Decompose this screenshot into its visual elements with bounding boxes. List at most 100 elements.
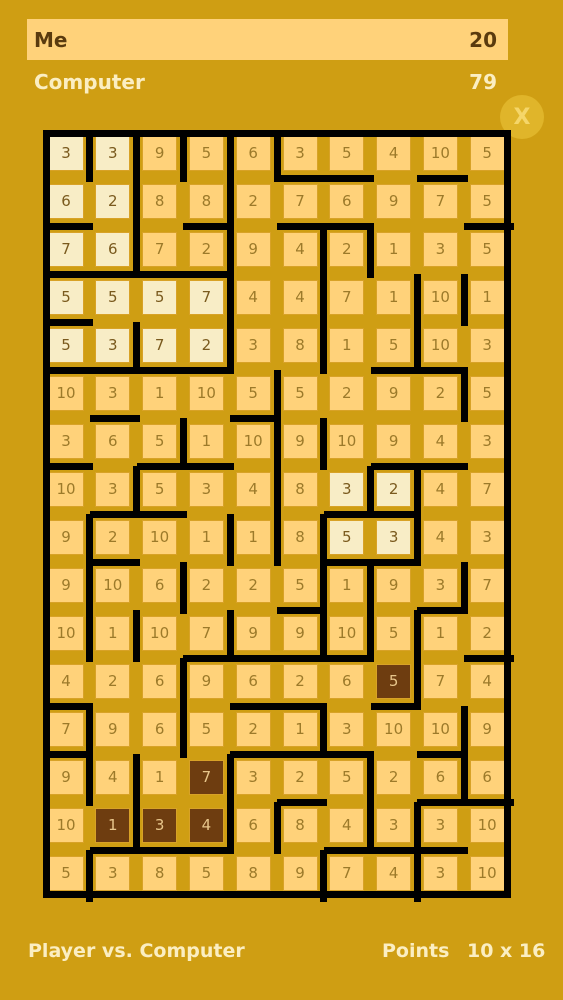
board-cell[interactable]: 2: [95, 519, 131, 555]
board-cell[interactable]: 5: [235, 375, 271, 411]
board-cell[interactable]: 3: [48, 135, 84, 171]
board-cell[interactable]: 5: [376, 615, 412, 651]
board-cell[interactable]: 3: [422, 567, 458, 603]
board-cell[interactable]: 8: [282, 807, 318, 843]
board-cell[interactable]: 5: [142, 279, 178, 315]
board-cell[interactable]: 6: [329, 183, 365, 219]
board-cell[interactable]: 2: [469, 615, 505, 651]
board-cell[interactable]: 9: [235, 615, 271, 651]
board-cell[interactable]: 1: [376, 279, 412, 315]
board-cell[interactable]: 3: [469, 327, 505, 363]
board-cell[interactable]: 10: [469, 855, 505, 891]
board-cell[interactable]: 5: [469, 231, 505, 267]
board-cell[interactable]: 9: [376, 183, 412, 219]
board-cell[interactable]: 10: [142, 615, 178, 651]
board-cell[interactable]: 5: [282, 375, 318, 411]
board-cell[interactable]: 6: [235, 663, 271, 699]
board-cell[interactable]: 1: [376, 231, 412, 267]
board-cell[interactable]: 7: [422, 663, 458, 699]
board-cell[interactable]: 5: [282, 567, 318, 603]
board-cell[interactable]: 6: [235, 135, 271, 171]
board-cell[interactable]: 2: [329, 375, 365, 411]
board-cell[interactable]: 6: [142, 663, 178, 699]
board-cell[interactable]: 6: [235, 807, 271, 843]
board-cell[interactable]: 4: [235, 471, 271, 507]
board-cell[interactable]: 3: [95, 471, 131, 507]
board-cell[interactable]: 2: [188, 327, 224, 363]
board-cell[interactable]: 9: [376, 423, 412, 459]
board-cell[interactable]: 5: [188, 855, 224, 891]
board-cell[interactable]: 4: [95, 759, 131, 795]
board-cell[interactable]: 3: [469, 423, 505, 459]
board-cell[interactable]: 3: [329, 711, 365, 747]
board-cell[interactable]: 3: [95, 135, 131, 171]
board-cell[interactable]: 3: [282, 135, 318, 171]
board-cell[interactable]: 2: [235, 183, 271, 219]
board-cell[interactable]: 10: [422, 279, 458, 315]
board-cell[interactable]: 6: [469, 759, 505, 795]
board-cell[interactable]: 6: [329, 663, 365, 699]
board-cell[interactable]: 10: [422, 135, 458, 171]
board-cell[interactable]: 4: [422, 519, 458, 555]
board-cell[interactable]: 9: [188, 663, 224, 699]
board-cell[interactable]: 10: [48, 471, 84, 507]
board-cell[interactable]: 10: [48, 615, 84, 651]
board-cell[interactable]: 5: [142, 423, 178, 459]
board-cell[interactable]: 10: [95, 567, 131, 603]
board-cell[interactable]: 7: [188, 279, 224, 315]
board-cell[interactable]: 6: [142, 711, 178, 747]
board-cell[interactable]: 4: [235, 279, 271, 315]
board-cell[interactable]: 5: [142, 471, 178, 507]
board-cell[interactable]: 1: [188, 423, 224, 459]
board-cell[interactable]: 7: [48, 711, 84, 747]
board-cell[interactable]: 6: [422, 759, 458, 795]
board-cell[interactable]: 7: [142, 327, 178, 363]
board-cell[interactable]: 1: [422, 615, 458, 651]
board-cell[interactable]: 2: [95, 183, 131, 219]
board-cell[interactable]: 10: [48, 375, 84, 411]
board-cell[interactable]: 5: [469, 183, 505, 219]
board-cell[interactable]: 3: [235, 327, 271, 363]
board-cell[interactable]: 3: [376, 519, 412, 555]
board-cell[interactable]: 4: [282, 279, 318, 315]
board-cell[interactable]: 9: [376, 567, 412, 603]
board-cell[interactable]: 1: [329, 567, 365, 603]
board-cell[interactable]: 1: [329, 327, 365, 363]
board-cell[interactable]: 6: [48, 183, 84, 219]
board-cell[interactable]: 10: [48, 807, 84, 843]
board-cell[interactable]: 5: [329, 519, 365, 555]
board-cell[interactable]: 5: [48, 279, 84, 315]
board-cell[interactable]: 4: [329, 807, 365, 843]
board-cell[interactable]: 2: [376, 471, 412, 507]
board-cell[interactable]: 2: [95, 663, 131, 699]
board-cell[interactable]: 7: [188, 615, 224, 651]
board-cell[interactable]: 5: [469, 135, 505, 171]
board-cell[interactable]: 7: [48, 231, 84, 267]
board-cell[interactable]: 5: [329, 759, 365, 795]
board-cell[interactable]: 1: [235, 519, 271, 555]
board-cell[interactable]: 9: [469, 711, 505, 747]
board-cell[interactable]: 5: [48, 855, 84, 891]
board-cell[interactable]: 1: [95, 615, 131, 651]
board-cell[interactable]: 3: [422, 231, 458, 267]
board-cell[interactable]: 4: [422, 471, 458, 507]
board-cell[interactable]: 9: [142, 135, 178, 171]
board-cell[interactable]: 10: [329, 615, 365, 651]
board-cell[interactable]: 10: [376, 711, 412, 747]
board-cell[interactable]: 9: [282, 423, 318, 459]
board-cell[interactable]: 7: [188, 759, 224, 795]
board-cell[interactable]: 5: [376, 327, 412, 363]
board-cell[interactable]: 2: [329, 231, 365, 267]
board-cell[interactable]: 4: [376, 135, 412, 171]
board-cell[interactable]: 9: [95, 711, 131, 747]
board-cell[interactable]: 1: [142, 759, 178, 795]
board-cell[interactable]: 8: [282, 519, 318, 555]
board-cell[interactable]: 6: [95, 231, 131, 267]
board-cell[interactable]: 9: [376, 375, 412, 411]
board-cell[interactable]: 1: [95, 807, 131, 843]
board-cell[interactable]: 9: [282, 615, 318, 651]
board-cell[interactable]: 3: [188, 471, 224, 507]
board-cell[interactable]: 10: [235, 423, 271, 459]
board-cell[interactable]: 4: [469, 663, 505, 699]
board-cell[interactable]: 7: [469, 471, 505, 507]
